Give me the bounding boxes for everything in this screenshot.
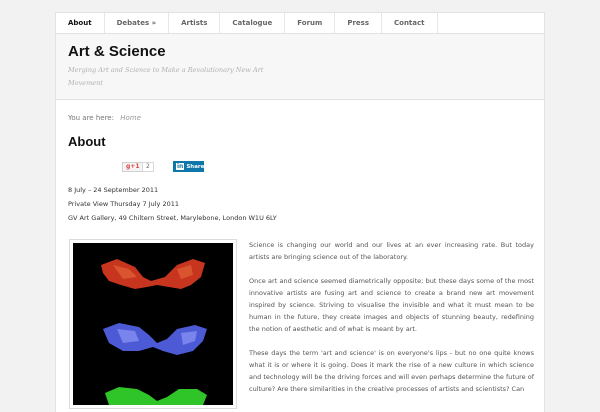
nav-item-debates[interactable]: Debates » [105, 13, 170, 33]
google-plus-label: +1 [130, 163, 140, 170]
breadcrumb-prefix: You are here: [68, 114, 114, 122]
event-details: 8 July – 24 September 2011 Private View … [68, 183, 532, 225]
google-plus-count: 2 [142, 162, 154, 172]
linkedin-icon: in [176, 163, 185, 170]
event-private-view: Private View Thursday 7 July 2011 [68, 200, 180, 208]
site-description: Merging Art and Science to Make a Revolu… [68, 66, 264, 87]
nav-item-catalogue[interactable]: Catalogue [220, 13, 286, 33]
nav-item-press[interactable]: Press [335, 13, 382, 33]
breadcrumb: You are here: Home [68, 114, 532, 122]
article-paragraph-1: Science is changing our world and our li… [249, 241, 534, 261]
green-winged-form [105, 387, 207, 405]
breadcrumb-home-link[interactable]: Home [120, 114, 141, 122]
article-text: Science is changing our world and our li… [249, 239, 534, 407]
event-venue: GV Art Gallery, 49 Chiltern Street, Mary… [68, 214, 277, 222]
page-container: About Debates » Artists Catalogue Forum … [55, 12, 545, 412]
google-plus-button[interactable]: g+1 [122, 162, 144, 172]
share-bar: g+1 2 in Share [68, 161, 532, 175]
artwork-image[interactable] [69, 239, 237, 409]
article-paragraph-3: These days the term 'art and science' is… [249, 349, 534, 393]
main-navigation: About Debates » Artists Catalogue Forum … [56, 13, 544, 34]
linkedin-share-label: Share [186, 164, 205, 170]
nav-item-forum[interactable]: Forum [285, 13, 336, 33]
artwork-illustration [101, 259, 207, 405]
nav-item-about[interactable]: About [56, 13, 105, 33]
site-header: Art & Science Merging Art and Science to… [56, 34, 544, 100]
nav-item-artists[interactable]: Artists [169, 13, 221, 33]
event-dates: 8 July – 24 September 2011 [68, 186, 159, 194]
article-paragraph-2: Once art and science seemed diametricall… [249, 277, 534, 333]
linkedin-share-button[interactable]: in Share [173, 161, 204, 172]
main-content: You are here: Home About g+1 2 in Share 8… [56, 114, 544, 409]
nav-item-contact[interactable]: Contact [382, 13, 438, 33]
site-title[interactable]: Art & Science [68, 43, 532, 60]
page-title: About [68, 134, 106, 149]
